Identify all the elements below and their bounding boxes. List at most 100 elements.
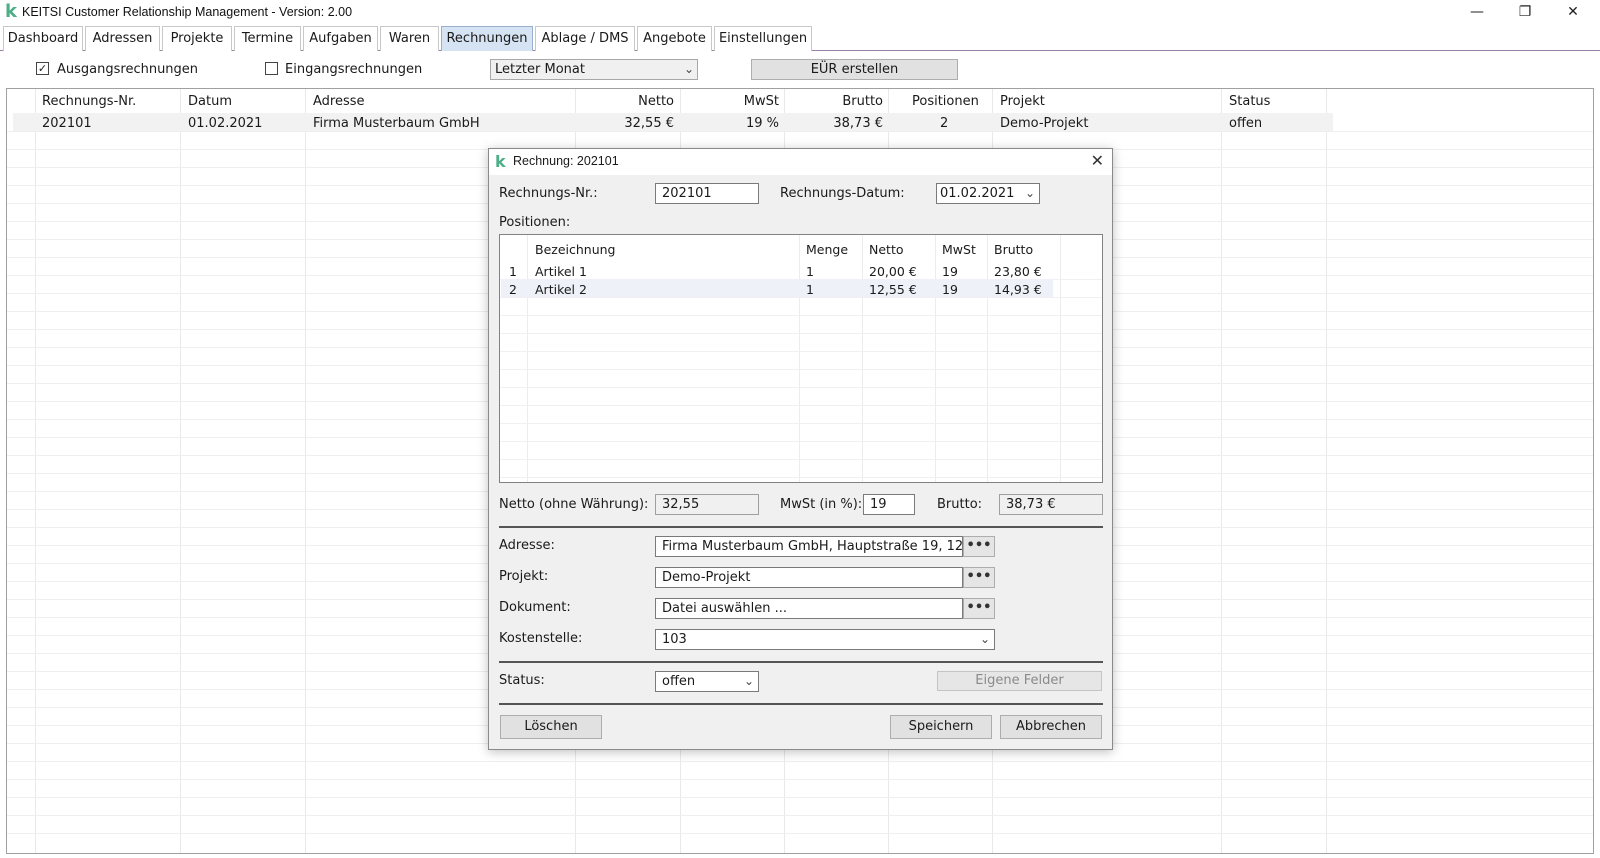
pos-row-1-vat[interactable]: 19 <box>942 264 958 279</box>
cell-address: Firma Musterbaum GmbH <box>313 116 480 131</box>
invoice-nr-field[interactable]: 202101 <box>655 183 759 204</box>
address-browse-button[interactable]: ••• <box>963 536 995 557</box>
cell-status: offen <box>1229 116 1263 131</box>
pos-col-qty[interactable]: Menge <box>806 242 848 257</box>
pos-col-name[interactable]: Bezeichnung <box>535 242 616 257</box>
pos-row-1-name[interactable]: Artikel 1 <box>535 264 587 279</box>
pos-col-net[interactable]: Netto <box>869 242 904 257</box>
pos-col-vat[interactable]: MwSt <box>942 242 976 257</box>
incoming-label: Eingangsrechnungen <box>285 62 423 77</box>
incoming-checkbox[interactable] <box>265 62 278 75</box>
pos-row-2-vat[interactable]: 19 <box>942 282 958 297</box>
period-select[interactable]: Letzter Monat ⌄ <box>490 59 698 80</box>
invoice-nr-label: Rechnungs-Nr.: <box>499 186 598 201</box>
tab-dashboard[interactable]: Dashboard <box>3 26 83 51</box>
pos-row-2-qty[interactable]: 1 <box>806 282 814 297</box>
minimize-button[interactable]: — <box>1454 0 1500 25</box>
tab-waren[interactable]: Waren <box>380 26 439 51</box>
tab-rechnungen[interactable]: Rechnungen <box>441 26 533 51</box>
pos-row-2-net[interactable]: 12,55 € <box>869 282 917 297</box>
cell-project: Demo-Projekt <box>1000 116 1089 131</box>
project-field[interactable]: Demo-Projekt <box>655 567 963 588</box>
invoice-date-picker[interactable]: 01.02.2021 ⌄ <box>936 183 1040 204</box>
tab-angebote[interactable]: Angebote <box>637 26 712 51</box>
cell-date: 01.02.2021 <box>188 116 263 131</box>
gross-total-field: 38,73 € <box>999 494 1103 515</box>
chevron-down-icon: ⌄ <box>683 62 694 76</box>
net-total-label: Netto (ohne Währung): <box>499 497 649 512</box>
chevron-down-icon: ⌄ <box>743 674 754 688</box>
status-value: offen <box>662 674 696 689</box>
col-header-date[interactable]: Datum <box>188 94 232 109</box>
outgoing-checkbox[interactable]: ✓ <box>36 62 49 75</box>
pos-row-2-name[interactable]: Artikel 2 <box>535 282 587 297</box>
tab-adressen[interactable]: Adressen <box>85 26 160 51</box>
title-bar: k KEITSI Customer Relationship Managemen… <box>0 0 1600 25</box>
restore-button[interactable]: ❐ <box>1502 0 1548 25</box>
document-browse-button[interactable]: ••• <box>963 598 995 619</box>
status-label: Status: <box>499 673 545 688</box>
col-header-project[interactable]: Projekt <box>1000 94 1045 109</box>
vat-percent-field[interactable]: 19 <box>863 494 915 515</box>
col-header-address[interactable]: Adresse <box>313 94 365 109</box>
chevron-down-icon: ⌄ <box>979 632 990 646</box>
chevron-down-icon: ⌄ <box>1024 186 1035 200</box>
cell-gross: 38,73 € <box>833 116 883 131</box>
custom-fields-button[interactable]: Eigene Felder <box>937 671 1102 691</box>
col-header-net[interactable]: Netto <box>582 94 674 109</box>
project-browse-button[interactable]: ••• <box>963 567 995 588</box>
app-logo-icon: k <box>5 1 17 22</box>
document-field[interactable]: Datei auswählen ... <box>655 598 963 619</box>
tab-projekte[interactable]: Projekte <box>162 26 232 51</box>
col-header-gross[interactable]: Brutto <box>791 94 883 109</box>
pos-row-1-qty[interactable]: 1 <box>806 264 814 279</box>
dialog-logo-icon: k <box>495 152 506 171</box>
eur-create-button[interactable]: EÜR erstellen <box>751 59 958 80</box>
separator <box>499 661 1103 663</box>
positions-table: Bezeichnung Menge Netto MwSt Brutto 1 Ar… <box>499 234 1103 483</box>
save-button[interactable]: Speichern <box>890 715 992 739</box>
cost-center-select[interactable]: 103 ⌄ <box>655 629 995 650</box>
dialog-close-icon[interactable]: ✕ <box>1091 151 1104 170</box>
col-header-positions[interactable]: Positionen <box>912 94 979 109</box>
cell-vat: 19 % <box>745 116 779 131</box>
pos-row-2-idx: 2 <box>509 282 517 297</box>
dialog-title: Rechnung: 202101 <box>513 154 619 168</box>
cost-center-value: 103 <box>662 632 687 647</box>
outgoing-label: Ausgangsrechnungen <box>57 62 199 77</box>
cell-nr: 202101 <box>42 116 92 131</box>
project-label: Projekt: <box>499 569 549 584</box>
gross-total-label: Brutto: <box>937 497 983 512</box>
col-header-nr[interactable]: Rechnungs-Nr. <box>42 94 136 109</box>
close-button[interactable]: ✕ <box>1550 0 1596 25</box>
status-select[interactable]: offen ⌄ <box>655 671 759 692</box>
col-header-status[interactable]: Status <box>1229 94 1270 109</box>
cell-net: 32,55 € <box>624 116 674 131</box>
address-field[interactable]: Firma Musterbaum GmbH, Hauptstraße 19, 1… <box>655 536 963 557</box>
tab-ablage-dms[interactable]: Ablage / DMS <box>535 26 635 51</box>
net-total-field: 32,55 <box>655 494 759 515</box>
invoice-date-value: 01.02.2021 <box>940 186 1015 201</box>
separator <box>499 526 1103 528</box>
pos-row-1-net[interactable]: 20,00 € <box>869 264 917 279</box>
tab-einstellungen[interactable]: Einstellungen <box>714 26 812 51</box>
pos-row-1-gross: 23,80 € <box>994 264 1042 279</box>
separator <box>499 703 1103 705</box>
positions-label: Positionen: <box>499 215 571 230</box>
tab-aufgaben[interactable]: Aufgaben <box>303 26 378 51</box>
window-title: KEITSI Customer Relationship Management … <box>22 5 353 19</box>
document-label: Dokument: <box>499 600 571 615</box>
tab-termine[interactable]: Termine <box>234 26 301 51</box>
cancel-button[interactable]: Abbrechen <box>1000 715 1102 739</box>
dialog-title-bar: k Rechnung: 202101 ✕ <box>489 149 1112 175</box>
filter-row: ✓ Ausgangsrechnungen Eingangsrechnungen … <box>0 56 1600 84</box>
delete-button[interactable]: Löschen <box>500 715 602 739</box>
invoice-dialog: k Rechnung: 202101 ✕ Rechnungs-Nr.: 2021… <box>488 148 1113 750</box>
cost-center-label: Kostenstelle: <box>499 631 583 646</box>
pos-row-2-gross: 14,93 € <box>994 282 1042 297</box>
pos-col-gross[interactable]: Brutto <box>994 242 1033 257</box>
col-header-vat[interactable]: MwSt <box>687 94 779 109</box>
period-value: Letzter Monat <box>495 62 585 77</box>
invoice-date-label: Rechnungs-Datum: <box>780 186 905 201</box>
vat-percent-label: MwSt (in %): <box>780 497 863 512</box>
